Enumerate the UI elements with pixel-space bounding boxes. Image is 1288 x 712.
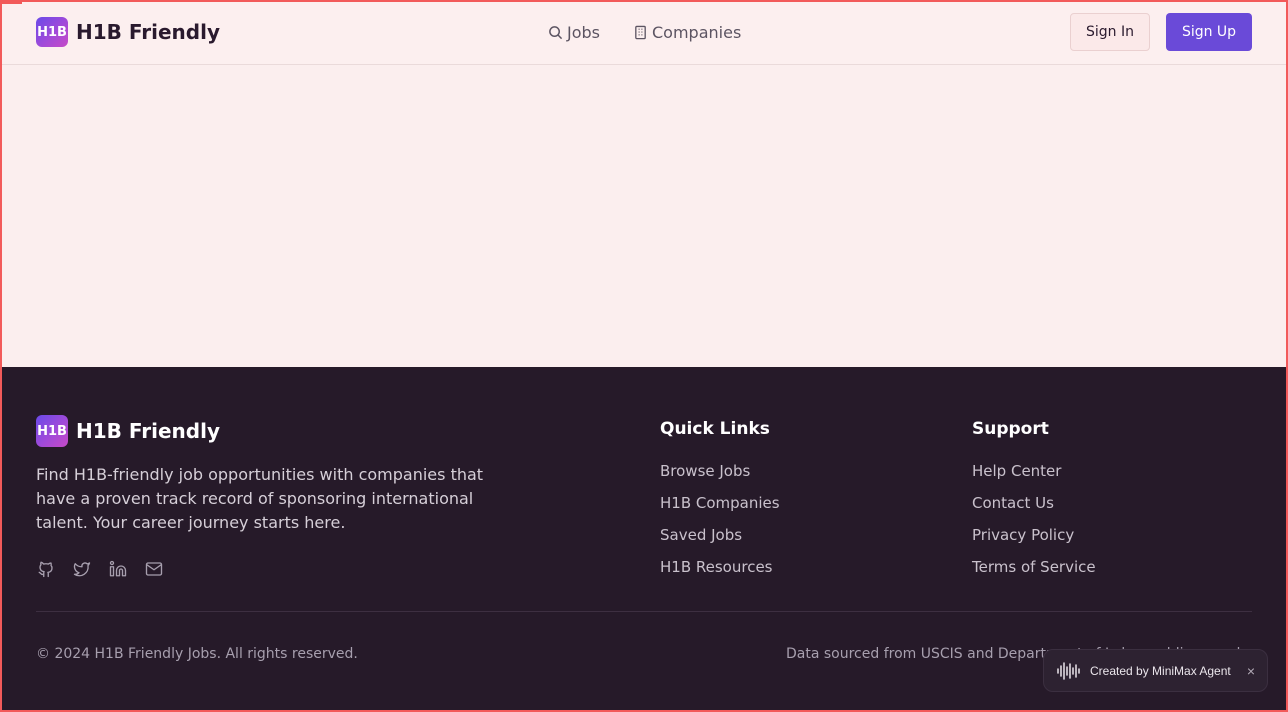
github-icon xyxy=(38,561,53,578)
logo-mark: H1B xyxy=(36,17,68,47)
badge-label: Created by MiniMax Agent xyxy=(1090,663,1231,678)
header-logo-link[interactable]: H1B H1B Friendly xyxy=(36,17,220,47)
building-icon xyxy=(635,25,646,39)
copyright-text: © 2024 H1B Friendly Jobs. All rights res… xyxy=(36,646,358,662)
nav-jobs-label: Jobs xyxy=(567,22,600,42)
sign-up-button[interactable]: Sign Up xyxy=(1166,13,1252,51)
linkedin-link[interactable] xyxy=(108,559,128,579)
twitter-link[interactable] xyxy=(72,559,92,579)
footer-logo-text: H1B Friendly xyxy=(76,419,220,443)
footer-logo: H1B H1B Friendly xyxy=(36,415,220,447)
logo-text: H1B Friendly xyxy=(76,20,220,44)
link-saved-jobs[interactable]: Saved Jobs xyxy=(660,526,742,544)
soundwave-icon xyxy=(1057,661,1080,680)
search-icon xyxy=(549,25,563,39)
twitter-icon xyxy=(73,562,91,577)
nav-companies-link[interactable]: Companies xyxy=(633,20,741,44)
page-corner-marker xyxy=(2,0,22,4)
link-h1b-resources[interactable]: H1B Resources xyxy=(660,558,773,576)
support-title: Support xyxy=(972,419,1049,439)
link-browse-jobs[interactable]: Browse Jobs xyxy=(660,462,750,480)
link-privacy-policy[interactable]: Privacy Policy xyxy=(972,526,1074,544)
site-header: H1B H1B Friendly Jobs Companies Sign In … xyxy=(0,0,1288,65)
link-help-center[interactable]: Help Center xyxy=(972,462,1061,480)
footer-logo-mark: H1B xyxy=(36,415,68,447)
footer-description: Find H1B-friendly job opportunities with… xyxy=(36,465,484,532)
minimax-agent-badge[interactable]: Created by MiniMax Agent × xyxy=(1043,649,1268,692)
sign-in-button[interactable]: Sign In xyxy=(1070,13,1150,51)
mail-link[interactable] xyxy=(144,559,164,579)
quick-links-title: Quick Links xyxy=(660,419,770,439)
link-h1b-companies[interactable]: H1B Companies xyxy=(660,494,780,512)
mail-icon xyxy=(145,562,163,576)
github-link[interactable] xyxy=(36,559,56,579)
link-terms-of-service[interactable]: Terms of Service xyxy=(972,558,1096,576)
site-footer: H1B H1B Friendly Find H1B-friendly job o… xyxy=(0,367,1288,712)
nav-companies-label: Companies xyxy=(652,22,742,42)
link-contact-us[interactable]: Contact Us xyxy=(972,494,1054,512)
footer-divider xyxy=(36,611,1252,612)
linkedin-icon xyxy=(109,560,127,577)
nav-jobs-link[interactable]: Jobs xyxy=(548,20,600,44)
close-icon[interactable]: × xyxy=(1247,663,1255,679)
